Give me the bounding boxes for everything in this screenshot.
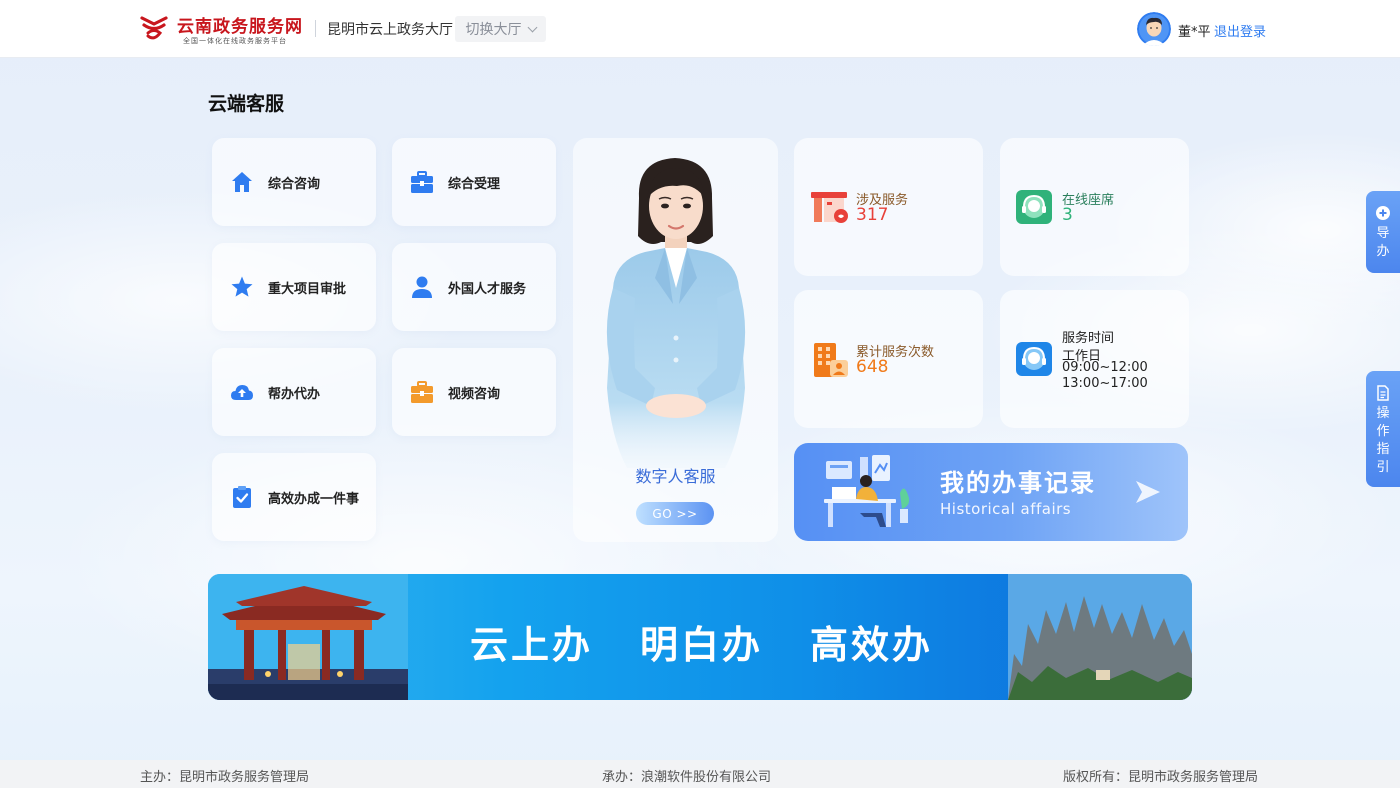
star-icon xyxy=(231,276,253,297)
chevron-down-icon xyxy=(527,22,537,32)
side-tab-char: 办 xyxy=(1376,244,1390,259)
arrow-right-icon xyxy=(1136,481,1160,503)
stat-value: 317 xyxy=(856,205,889,225)
menu-card-one-thing[interactable]: 高效办成一件事 xyxy=(212,453,376,541)
briefcase-icon xyxy=(411,381,433,403)
service-counter-icon xyxy=(811,192,848,223)
footer-copyright: 版权所有：昆明市政务服务管理局 xyxy=(1063,770,1259,785)
avatar[interactable] xyxy=(1137,12,1171,46)
slogan-text-clear: 明白办 xyxy=(640,623,764,667)
stat-value: 3 xyxy=(1062,205,1073,225)
menu-card-label: 外国人才服务 xyxy=(448,281,527,297)
stat-card-service-time: 服务时间 工作日 09:00~12:00 13:00~17:00 xyxy=(1000,290,1189,428)
go-button[interactable]: GO >> xyxy=(636,502,714,525)
service-time-label: 服务时间 xyxy=(1062,331,1115,346)
header-divider xyxy=(315,20,316,37)
menu-card-label: 综合受理 xyxy=(448,176,501,192)
logout-link[interactable]: 退出登录 xyxy=(1214,21,1266,40)
menu-card-comprehensive-accept[interactable]: 综合受理 xyxy=(392,138,556,226)
footer: 主办：昆明市政务服务管理局 承办：浪潮软件股份有限公司 版权所有：昆明市政务服务… xyxy=(0,760,1400,788)
stat-card-services: 涉及服务 317 xyxy=(794,138,983,276)
menu-card-video-consult[interactable]: 视频咨询 xyxy=(392,348,556,436)
digital-human-label: 数字人客服 xyxy=(635,467,716,486)
kunming-archway-image xyxy=(208,574,408,700)
user-name: 董*平 xyxy=(1178,25,1211,40)
footer-undertake: 承办：浪潮软件股份有限公司 xyxy=(602,770,772,785)
side-tab-char: 作 xyxy=(1376,424,1390,439)
cloud-upload-icon xyxy=(231,385,253,400)
briefcase-icon xyxy=(411,171,433,193)
building-icon xyxy=(814,343,848,377)
menu-card-label: 重大项目审批 xyxy=(268,281,347,297)
menu-card-label: 综合咨询 xyxy=(268,176,321,192)
brand-subtitle: 全国一体化在线政务服务平台 xyxy=(183,37,287,45)
office-desk-illustration-icon xyxy=(824,455,910,527)
clipboard-check-icon xyxy=(233,486,251,508)
slogan-text-cloud: 云上办 xyxy=(470,623,594,667)
footer-host: 主办：昆明市政务服务管理局 xyxy=(140,770,310,785)
stat-card-online-seats: 在线座席 3 xyxy=(1000,138,1189,276)
digital-human-card[interactable]: 数字人客服 GO >> xyxy=(573,138,778,542)
menu-card-help-agent[interactable]: 帮办代办 xyxy=(212,348,376,436)
brand-title: 云南政务服务网 xyxy=(177,17,303,37)
menu-card-label: 帮办代办 xyxy=(268,386,321,402)
digital-human-figure xyxy=(606,158,746,468)
menu-card-comprehensive-consult[interactable]: 综合咨询 xyxy=(212,138,376,226)
section-title: 云端客服 xyxy=(208,93,285,115)
stone-forest-image xyxy=(1008,574,1192,700)
side-tab-operation-guide[interactable]: 操 作 指 引 xyxy=(1366,371,1400,487)
history-title: 我的办事记录 xyxy=(940,469,1096,497)
side-tab-char: 引 xyxy=(1376,460,1390,475)
menu-card-foreign-talent[interactable]: 外国人才服务 xyxy=(392,243,556,331)
hall-name: 昆明市云上政务大厅 xyxy=(327,22,453,38)
side-tab-char: 导 xyxy=(1376,226,1390,241)
menu-card-label: 视频咨询 xyxy=(448,386,501,402)
menu-card-major-project[interactable]: 重大项目审批 xyxy=(212,243,376,331)
yunnan-logo-icon xyxy=(140,16,168,40)
menu-card-label: 高效办成一件事 xyxy=(268,491,360,507)
side-tab-char: 指 xyxy=(1376,442,1390,457)
person-icon xyxy=(412,276,432,298)
side-tab-guide[interactable]: 导 办 xyxy=(1366,191,1400,273)
slogan-banner: 云上办 明白办 高效办 xyxy=(208,574,1192,700)
side-tab-char: 操 xyxy=(1376,406,1390,421)
home-icon xyxy=(232,172,252,192)
history-subtitle: Historical affairs xyxy=(940,500,1072,518)
document-icon xyxy=(1377,385,1389,401)
slogan-text-efficient: 高效办 xyxy=(810,623,934,667)
headset-icon xyxy=(1016,190,1052,224)
stat-value: 648 xyxy=(856,357,889,377)
top-header: 云南政务服务网 全国一体化在线政务服务平台 昆明市云上政务大厅 切换大厅 董*平… xyxy=(0,0,1400,58)
history-records-banner[interactable]: 我的办事记录 Historical affairs xyxy=(794,443,1188,541)
plus-circle-icon xyxy=(1376,206,1390,220)
clock-service-icon xyxy=(1016,342,1052,376)
service-time-afternoon: 13:00~17:00 xyxy=(1062,376,1148,391)
switch-hall-button[interactable]: 切换大厅 xyxy=(455,16,546,42)
switch-hall-label: 切换大厅 xyxy=(465,22,522,38)
stat-card-total-count: 累计服务次数 648 xyxy=(794,290,983,428)
service-time-morning: 09:00~12:00 xyxy=(1062,360,1148,375)
